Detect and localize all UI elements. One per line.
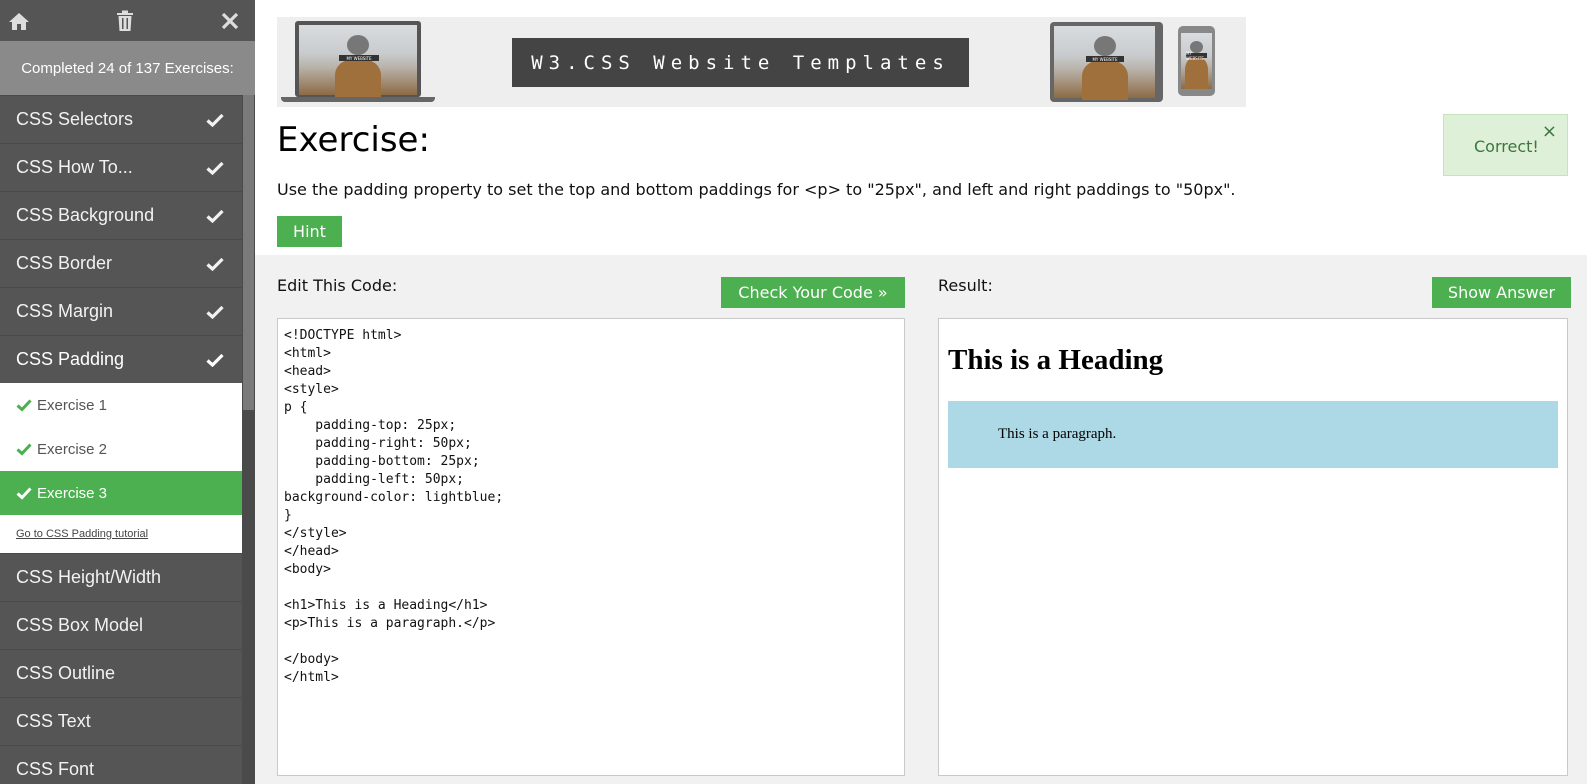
check-icon — [16, 487, 32, 500]
laptop-mockup-image: MY WEBSITE — [281, 21, 435, 103]
tutorial-link[interactable]: Go to CSS Padding tutorial — [0, 515, 242, 553]
phone-mockup-image: MY WEBSITE — [1178, 26, 1215, 96]
templates-banner[interactable]: MY WEBSITE W3.CSS Website Templates MY W… — [277, 17, 1246, 107]
progress-summary: Completed 24 of 137 Exercises: — [0, 41, 255, 95]
photo-tag: MY WEBSITE — [339, 55, 379, 61]
exercise-list: Exercise 1 Exercise 2 Exercise 3 Go to C… — [0, 383, 242, 553]
sidebar-item-css-font[interactable]: CSS Font — [0, 745, 242, 784]
exercise-item-1[interactable]: Exercise 1 — [0, 383, 242, 427]
check-icon — [206, 353, 224, 367]
sidebar-item-label: CSS Background — [16, 205, 155, 225]
exercise-item-3[interactable]: Exercise 3 — [0, 471, 242, 515]
sidebar-item-label: CSS Font — [16, 759, 95, 779]
exercise-label: Exercise 3 — [37, 484, 108, 502]
exercise-label: Exercise 1 — [37, 396, 108, 414]
sidebar-scrollbar-thumb[interactable] — [243, 95, 254, 410]
templates-banner-button[interactable]: W3.CSS Website Templates — [512, 38, 969, 87]
sidebar-item-label: CSS Border — [16, 253, 113, 273]
feedback-text: Correct! — [1474, 137, 1539, 156]
check-icon — [206, 305, 224, 319]
close-icon[interactable] — [218, 9, 242, 33]
exercise-item-2[interactable]: Exercise 2 — [0, 427, 242, 471]
check-icon — [206, 113, 224, 127]
sidebar-item-label: CSS How To... — [16, 157, 133, 177]
check-icon — [16, 443, 32, 456]
sidebar-item-css-text[interactable]: CSS Text — [0, 697, 242, 745]
sidebar-item-label: CSS Box Model — [16, 615, 144, 635]
sidebar-item-label: CSS Padding — [16, 349, 125, 369]
sidebar-item-label: CSS Outline — [16, 663, 116, 683]
show-answer-button[interactable]: Show Answer — [1432, 277, 1571, 308]
tablet-mockup-image: MY WEBSITE — [1050, 22, 1163, 102]
check-icon — [16, 399, 32, 412]
sidebar-item-css-background[interactable]: CSS Background — [0, 191, 242, 239]
main-content: MY WEBSITE W3.CSS Website Templates MY W… — [255, 0, 1587, 784]
sidebar-item-css-outline[interactable]: CSS Outline — [0, 649, 242, 697]
exercise-instructions: Use the padding property to set the top … — [277, 180, 1236, 199]
sidebar-item-css-selectors[interactable]: CSS Selectors — [0, 95, 242, 143]
exercise-title: Exercise: — [277, 120, 430, 160]
home-icon[interactable] — [7, 9, 31, 33]
sidebar-item-label: CSS Margin — [16, 301, 114, 321]
result-heading: This is a Heading — [948, 344, 1164, 376]
check-code-button[interactable]: Check Your Code » — [721, 277, 905, 308]
result-label: Result: — [938, 276, 993, 295]
editor-label: Edit This Code: — [277, 276, 398, 295]
photo-tag: MY WEBSITE — [1186, 51, 1207, 61]
sidebar-item-css-border[interactable]: CSS Border — [0, 239, 242, 287]
feedback-correct: Correct! × — [1443, 114, 1568, 176]
check-icon — [206, 209, 224, 223]
hint-button[interactable]: Hint — [277, 216, 342, 247]
result-frame: This is a Heading This is a paragraph. — [938, 318, 1568, 776]
sidebar-item-label: CSS Height/Width — [16, 567, 162, 587]
check-icon — [206, 257, 224, 271]
check-icon — [206, 161, 224, 175]
close-feedback-icon[interactable]: × — [1542, 123, 1557, 141]
sidebar-item-css-how-to[interactable]: CSS How To... — [0, 143, 242, 191]
sidebar-item-css-padding[interactable]: CSS Padding — [0, 335, 242, 383]
sidebar-nav: CSS Selectors CSS How To... CSS Backgrou… — [0, 95, 255, 784]
sidebar-toolbar — [0, 0, 255, 41]
sidebar-item-css-height-width[interactable]: CSS Height/Width — [0, 553, 242, 601]
sidebar: Completed 24 of 137 Exercises: CSS Selec… — [0, 0, 255, 784]
photo-tag: MY WEBSITE — [1086, 56, 1124, 62]
sidebar-item-css-box-model[interactable]: CSS Box Model — [0, 601, 242, 649]
sidebar-item-label: CSS Selectors — [16, 109, 134, 129]
code-editor[interactable]: <!DOCTYPE html> <html> <head> <style> p … — [277, 318, 905, 776]
exercise-workarea: Edit This Code: Check Your Code » <!DOCT… — [255, 255, 1587, 784]
trash-icon[interactable] — [113, 9, 137, 33]
result-paragraph: This is a paragraph. — [948, 401, 1558, 468]
sidebar-item-label: CSS Text — [16, 711, 91, 731]
sidebar-item-css-margin[interactable]: CSS Margin — [0, 287, 242, 335]
exercise-label: Exercise 2 — [37, 440, 108, 458]
